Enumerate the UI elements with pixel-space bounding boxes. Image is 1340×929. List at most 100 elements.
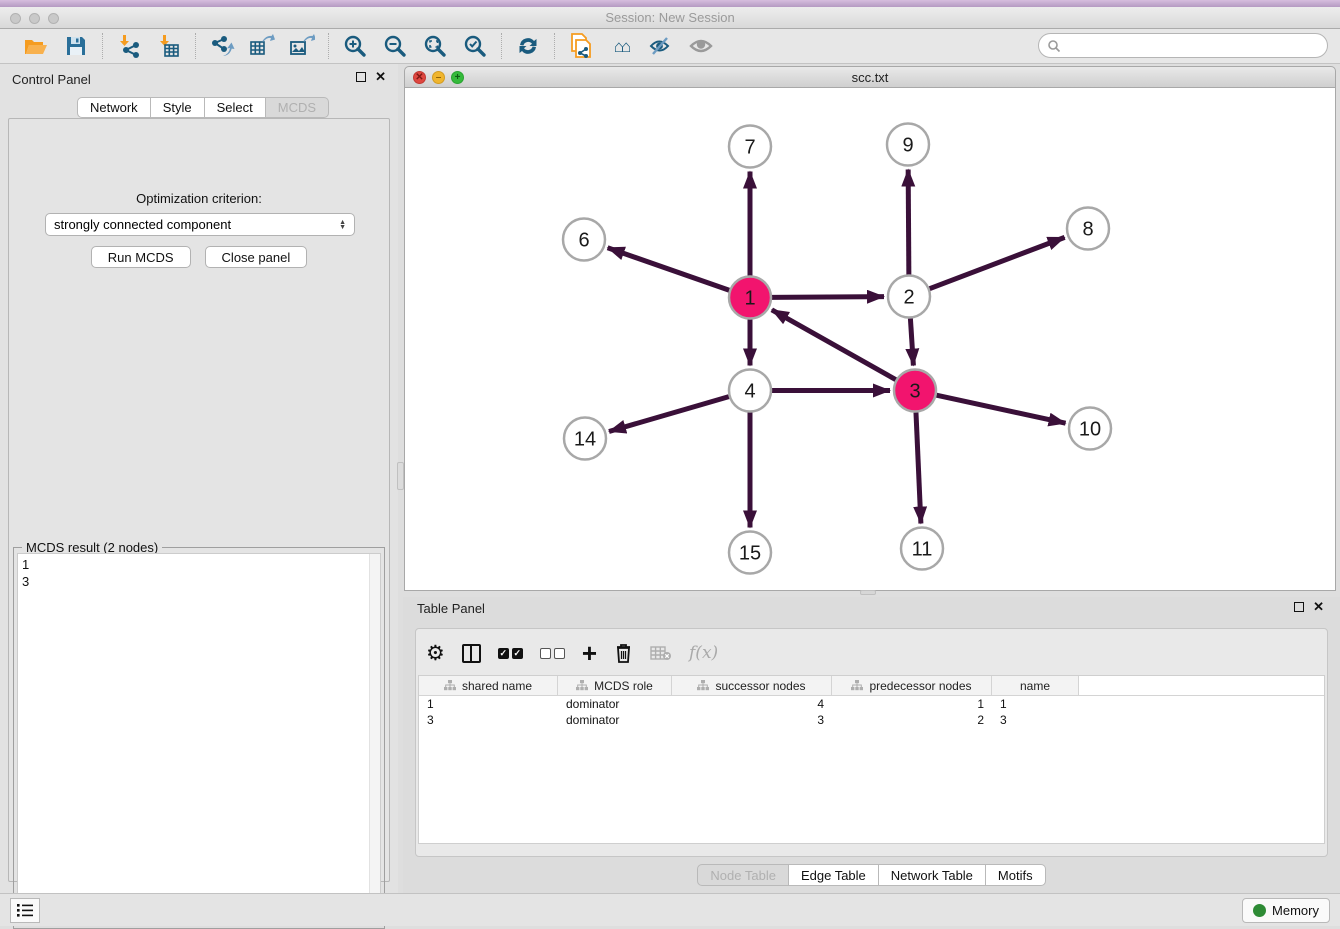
table-cell[interactable]: 3 <box>672 713 832 727</box>
graph-edge-3-10[interactable] <box>936 395 1065 423</box>
zoom-selected-icon[interactable] <box>459 32 491 60</box>
tab-style[interactable]: Style <box>151 97 205 118</box>
column-visibility-icon[interactable] <box>462 640 481 666</box>
window-titlebar: Session: New Session <box>0 7 1340 29</box>
close-panel-button[interactable]: Close panel <box>205 246 308 268</box>
show-task-history-button[interactable] <box>10 898 40 923</box>
criterion-value: strongly connected component <box>54 217 339 232</box>
network-view-window: ✕ – + scc.txt 7968124314101511 <box>404 66 1336 592</box>
search-box[interactable] <box>1038 33 1328 58</box>
column-header-predecessor-nodes[interactable]: predecessor nodes <box>832 676 992 695</box>
graph-node-label: 15 <box>739 543 761 565</box>
run-mcds-button[interactable]: Run MCDS <box>91 246 191 268</box>
graph-edge-3-11[interactable] <box>916 412 921 523</box>
clone-network-icon[interactable] <box>565 32 597 60</box>
vertical-splitter-handle[interactable] <box>397 462 404 490</box>
table-body: 1dominator4113dominator323 <box>419 696 1324 728</box>
tab-network[interactable]: Network <box>77 97 151 118</box>
application-window: Session: New Session <box>0 0 1340 926</box>
graph-node-label: 2 <box>903 287 914 309</box>
graph-edge-4-14[interactable] <box>609 397 729 432</box>
close-table-panel-icon[interactable]: ✕ <box>1313 602 1324 612</box>
table-cell[interactable]: 1 <box>419 697 558 711</box>
graph-node-label: 1 <box>744 288 755 310</box>
table-panel-tabs: Node Table Edge Table Network Table Moti… <box>403 864 1340 886</box>
select-all-icon[interactable]: ✓✓ <box>498 640 523 666</box>
open-session-icon[interactable] <box>20 32 52 60</box>
export-image-icon[interactable] <box>286 32 318 60</box>
delete-column-icon[interactable] <box>614 640 633 666</box>
table-cell[interactable]: dominator <box>558 713 672 727</box>
horizontal-splitter-handle[interactable] <box>860 590 876 595</box>
tab-motifs[interactable]: Motifs <box>986 864 1046 886</box>
task-list-icon <box>16 903 34 918</box>
search-input[interactable] <box>1061 36 1327 56</box>
graph-node-label: 4 <box>744 381 755 403</box>
table-header-row: shared nameMCDS rolesuccessor nodesprede… <box>419 676 1324 696</box>
graph-node-label: 9 <box>902 135 913 157</box>
graph-edge-3-1[interactable] <box>772 310 896 380</box>
zoom-out-icon[interactable] <box>379 32 411 60</box>
result-line: 1 <box>22 556 376 573</box>
table-cell[interactable]: 3 <box>992 713 1079 727</box>
tab-select[interactable]: Select <box>205 97 266 118</box>
save-session-icon[interactable] <box>60 32 92 60</box>
table-settings-icon[interactable]: ⚙ <box>426 640 445 666</box>
network-graph[interactable]: 7968124314101511 <box>405 88 1335 590</box>
zoom-in-icon[interactable] <box>339 32 371 60</box>
node-table[interactable]: shared nameMCDS rolesuccessor nodesprede… <box>418 675 1325 844</box>
table-panel: Table Panel ✕ ⚙ ✓✓ + <box>403 597 1340 893</box>
column-header-name[interactable]: name <box>992 676 1079 695</box>
mcds-result-text[interactable]: 1 3 <box>17 553 381 925</box>
result-scrollbar[interactable] <box>369 554 380 924</box>
float-panel-icon[interactable] <box>356 72 366 82</box>
deselect-all-icon[interactable] <box>540 640 565 666</box>
add-column-icon[interactable]: + <box>582 640 597 666</box>
tab-network-table[interactable]: Network Table <box>879 864 986 886</box>
column-header-shared-name[interactable]: shared name <box>419 676 558 695</box>
node-table-container: ⚙ ✓✓ + <box>415 628 1328 857</box>
graph-edge-1-6[interactable] <box>608 248 730 290</box>
table-cell[interactable]: 3 <box>419 713 558 727</box>
tab-edge-table[interactable]: Edge Table <box>789 864 879 886</box>
network-window-titlebar[interactable]: ✕ – + scc.txt <box>404 66 1336 88</box>
export-network-icon[interactable] <box>206 32 238 60</box>
delete-table-icon <box>650 640 672 666</box>
show-details-icon[interactable] <box>685 32 717 60</box>
import-table-icon[interactable] <box>153 32 185 60</box>
first-neighbors-icon[interactable]: ⌂⌂ <box>605 32 637 60</box>
table-cell[interactable]: 1 <box>992 697 1079 711</box>
tab-node-table[interactable]: Node Table <box>697 864 789 886</box>
table-cell[interactable]: 1 <box>832 697 992 711</box>
memory-button[interactable]: Memory <box>1242 898 1330 923</box>
close-panel-icon[interactable]: ✕ <box>375 72 386 82</box>
graph-node-label: 10 <box>1079 419 1101 441</box>
hide-details-icon[interactable] <box>645 32 677 60</box>
control-panel: Control Panel ✕ Network Style Select MCD… <box>0 64 398 893</box>
network-canvas[interactable]: 7968124314101511 <box>404 88 1336 591</box>
tab-mcds[interactable]: MCDS <box>266 97 329 118</box>
refresh-view-icon[interactable] <box>512 32 544 60</box>
graph-edge-2-8[interactable] <box>930 237 1065 288</box>
network-window-title: scc.txt <box>405 70 1335 85</box>
table-cell[interactable]: 2 <box>832 713 992 727</box>
table-cell[interactable]: 4 <box>672 697 832 711</box>
table-row[interactable]: 1dominator411 <box>419 696 1324 712</box>
dropdown-stepper-icon: ▲▼ <box>339 220 346 230</box>
graph-node-label: 14 <box>574 429 596 451</box>
float-table-panel-icon[interactable] <box>1294 602 1304 612</box>
zoom-fit-icon[interactable] <box>419 32 451 60</box>
export-table-icon[interactable] <box>246 32 278 60</box>
graph-edge-2-3[interactable] <box>910 318 913 365</box>
column-header-MCDS-role[interactable]: MCDS role <box>558 676 672 695</box>
mcds-result-group: MCDS result (2 nodes) 1 3 <box>13 547 385 929</box>
table-cell[interactable]: dominator <box>558 697 672 711</box>
column-header-successor-nodes[interactable]: successor nodes <box>672 676 832 695</box>
desktop-background-strip <box>0 0 1340 7</box>
control-panel-tabs: Network Style Select MCDS <box>77 97 329 118</box>
graph-edge-2-9[interactable] <box>908 169 909 274</box>
import-network-icon[interactable] <box>113 32 145 60</box>
table-row[interactable]: 3dominator323 <box>419 712 1324 728</box>
graph-edge-1-2[interactable] <box>772 297 884 298</box>
criterion-dropdown[interactable]: strongly connected component ▲▼ <box>45 213 355 236</box>
